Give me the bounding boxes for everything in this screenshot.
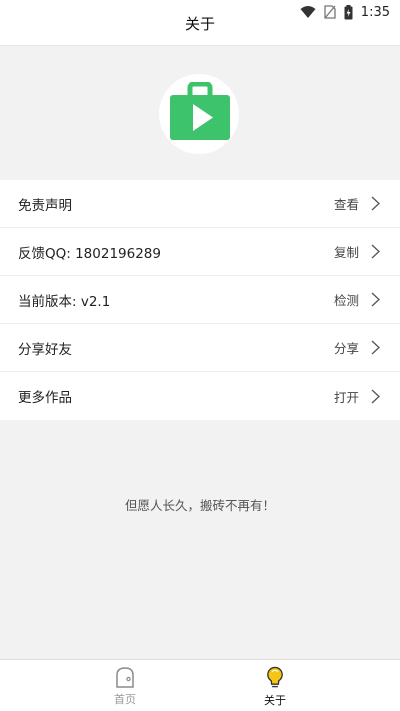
no-sim-icon (324, 5, 336, 19)
tab-home[interactable]: 首页 (95, 666, 155, 708)
disclaimer-row[interactable]: 免责声明 查看 (0, 180, 400, 228)
settings-list: 免责声明 查看 反馈QQ: 1802196289 复制 当前版本: v2.1 检… (0, 180, 400, 420)
chevron-right-icon (371, 292, 380, 307)
copy-action: 复制 (333, 245, 359, 260)
row-label: 反馈QQ: 1802196289 (18, 245, 161, 262)
check-update-action: 检测 (333, 293, 359, 308)
wifi-icon (300, 5, 316, 19)
tab-about-label: 关于 (264, 694, 286, 707)
chevron-right-icon (371, 389, 380, 404)
tab-about[interactable]: 关于 (245, 666, 305, 708)
status-bar: 1:35 (300, 3, 390, 21)
tab-home-label: 首页 (114, 693, 136, 706)
version-row[interactable]: 当前版本: v2.1 检测 (0, 276, 400, 324)
view-action: 查看 (333, 197, 359, 212)
row-label: 免责声明 (18, 197, 72, 214)
feedback-qq-row[interactable]: 反馈QQ: 1802196289 复制 (0, 228, 400, 276)
lightbulb-icon (267, 666, 283, 688)
row-label: 更多作品 (18, 390, 72, 406)
slogan-text: 但愿人长久，搬砖不再有！ (124, 498, 275, 513)
logo-area (0, 46, 400, 178)
app-logo (159, 74, 239, 154)
chevron-right-icon (371, 244, 380, 259)
battery-icon (344, 4, 353, 20)
row-label: 分享好友 (18, 341, 72, 358)
bottom-tab-bar: 首页 关于 (0, 659, 400, 711)
share-action: 分享 (333, 341, 359, 356)
play-bag-icon (170, 82, 230, 140)
row-label: 当前版本: v2.1 (18, 293, 111, 310)
chevron-right-icon (371, 196, 380, 211)
more-works-row[interactable]: 更多作品 打开 (0, 372, 400, 420)
clock-time: 1:35 (360, 4, 390, 20)
page-title: 关于 (184, 15, 215, 33)
open-action: 打开 (333, 389, 359, 405)
chevron-right-icon (371, 340, 380, 355)
home-icon (116, 667, 134, 688)
share-friends-row[interactable]: 分享好友 分享 (0, 324, 400, 372)
